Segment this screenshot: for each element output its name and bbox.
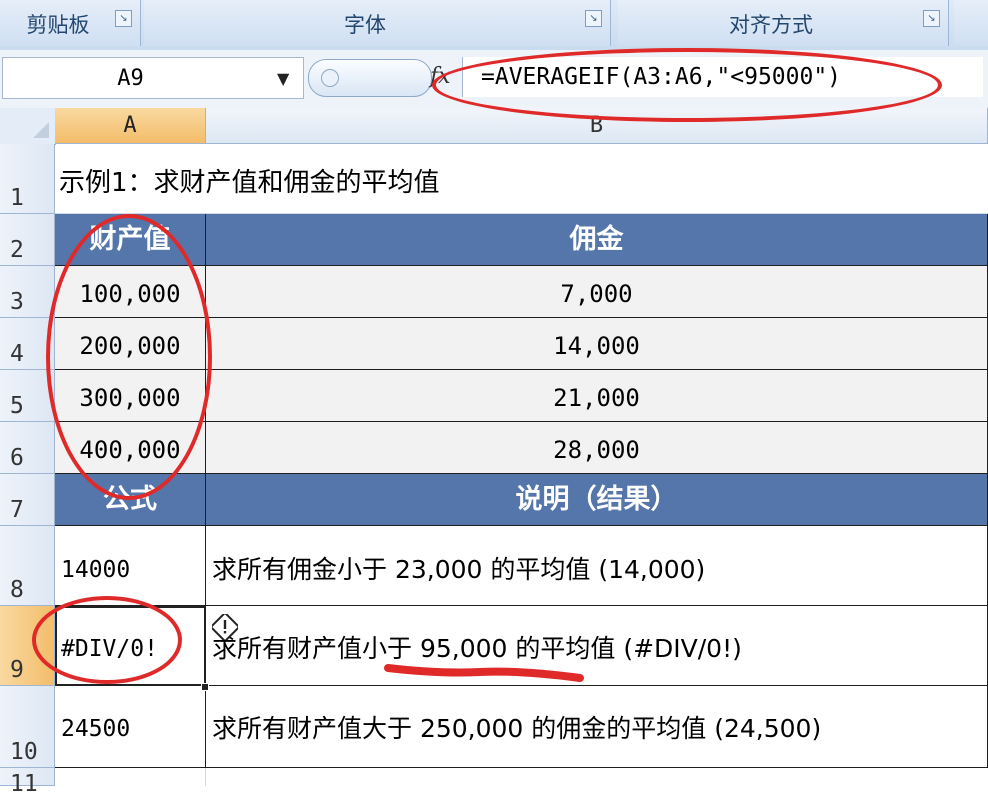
formula-cell-a8[interactable]: 14000 <box>55 526 206 606</box>
select-all-button[interactable] <box>0 108 56 145</box>
fill-handle[interactable] <box>201 683 209 691</box>
ribbon-group-label: 字体 <box>344 13 386 37</box>
row-number: 7 <box>10 497 24 523</box>
row-header-10[interactable]: 10 <box>0 686 55 768</box>
data-cell-b3[interactable]: 7,000 <box>206 266 988 318</box>
column-header-a[interactable]: A <box>55 108 206 144</box>
header-cell-description[interactable]: 说明（结果） <box>206 474 988 526</box>
row-number: 6 <box>10 445 24 471</box>
ribbon: 剪贴板 ↘ 字体 ↘ 对齐方式 ↘ <box>0 0 988 51</box>
ribbon-group-font: 字体 ↘ <box>144 0 611 46</box>
name-box-value: A9 <box>117 66 144 91</box>
dialog-launcher-icon[interactable]: ↘ <box>923 10 940 27</box>
description-cell-b8[interactable]: 求所有佣金小于 23,000 的平均值 (14,000) <box>206 526 988 606</box>
data-cell-b6[interactable]: 28,000 <box>206 422 988 474</box>
ribbon-group-partial <box>954 0 988 46</box>
splitter-handle-icon[interactable] <box>321 69 339 87</box>
row-header-11[interactable]: 11 <box>0 768 55 797</box>
row-number: 3 <box>10 289 24 315</box>
ribbon-group-label: 剪贴板 <box>26 13 90 37</box>
dialog-launcher-icon[interactable]: ↘ <box>115 10 132 27</box>
row-header-3[interactable]: 3 <box>0 266 55 318</box>
empty-cell-a11[interactable] <box>55 768 206 786</box>
ribbon-group-label: 对齐方式 <box>729 13 813 37</box>
row-header-7[interactable]: 7 <box>0 474 55 526</box>
select-all-icon <box>33 122 49 138</box>
ribbon-group-alignment: 对齐方式 ↘ <box>618 0 949 46</box>
row-number: 10 <box>10 739 38 765</box>
row-number: 11 <box>10 771 38 797</box>
header-cell-commission[interactable]: 佣金 <box>206 214 988 266</box>
title-cell[interactable]: 示例1：求财产值和佣金的平均值 <box>55 144 988 214</box>
property-values-annotation-circle <box>46 214 212 500</box>
data-cell-b5[interactable]: 21,000 <box>206 370 988 422</box>
div0-annotation-circle <box>32 596 182 684</box>
dialog-launcher-icon[interactable]: ↘ <box>585 10 602 27</box>
dropdown-arrow-icon[interactable]: ▼ <box>277 69 289 88</box>
formula-bar-splitter[interactable] <box>308 59 432 97</box>
row-number: 4 <box>10 341 24 367</box>
ribbon-group-clipboard: 剪贴板 ↘ <box>0 0 141 46</box>
row-number: 1 <box>10 185 24 211</box>
row-number: 9 <box>10 657 24 683</box>
row-number: 8 <box>10 577 24 603</box>
name-box[interactable]: A9 ▼ <box>2 57 304 99</box>
empty-cell-b11[interactable] <box>206 768 988 786</box>
data-cell-b4[interactable]: 14,000 <box>206 318 988 370</box>
row-number: 2 <box>10 237 24 263</box>
formula-annotation-circle <box>432 48 942 122</box>
row-header-2[interactable]: 2 <box>0 214 55 266</box>
description-cell-b9[interactable]: 求所有财产值小于 95,000 的平均值 (#DIV/0!) <box>206 606 988 686</box>
row-header-6[interactable]: 6 <box>0 422 55 474</box>
row-number: 5 <box>10 393 24 419</box>
row-header-1[interactable]: 1 <box>0 144 55 214</box>
error-warning-icon[interactable] <box>212 614 238 640</box>
row-header-8[interactable]: 8 <box>0 526 55 606</box>
description-cell-b10[interactable]: 求所有财产值大于 250,000 的佣金的平均值 (24,500) <box>206 686 988 768</box>
formula-cell-a10[interactable]: 24500 <box>55 686 206 768</box>
